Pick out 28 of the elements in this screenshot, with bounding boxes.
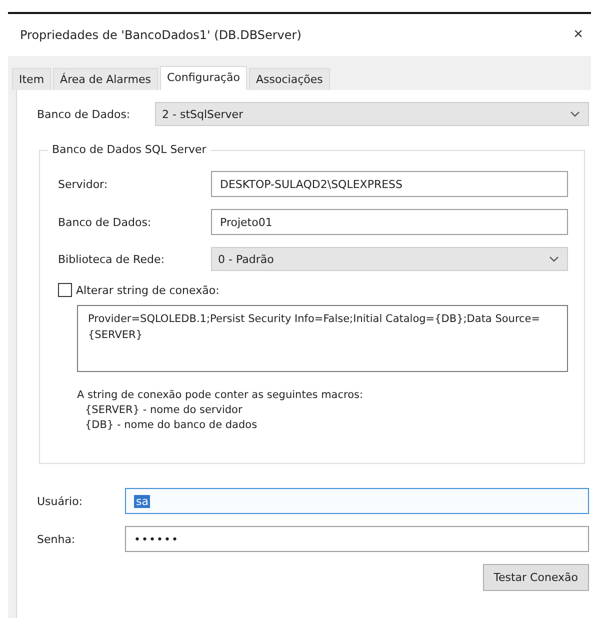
- group-title: Banco de Dados SQL Server: [48, 143, 210, 156]
- field-label: Biblioteca de Rede:: [58, 252, 166, 266]
- field-label: Banco de Dados:: [58, 216, 152, 228]
- help-text: {DB} - nome do banco de dados: [84, 418, 258, 433]
- checkbox-label: Alterar string de conexão:: [76, 284, 220, 296]
- input-field[interactable]: Projeto01: [211, 209, 568, 235]
- connection-string-field[interactable]: Provider=SQLOLEDB.1;Persist Security Info=False;Initial Catalog={DB};Data Source={SERVER}: [77, 305, 568, 372]
- input-field[interactable]: sa: [125, 488, 589, 514]
- tab[interactable]: Associações: [249, 68, 330, 90]
- test-connection-button[interactable]: Testar Conexão: [482, 564, 589, 591]
- database-dropdown[interactable]: 2 - stSqlServer: [155, 102, 589, 126]
- field-label: Banco de Dados:: [37, 108, 132, 120]
- field-label: Usuário:: [37, 494, 84, 508]
- chevron-down-icon: [570, 111, 580, 117]
- window-title: Propriedades de 'BancoDados1' (DB.DBServer): [20, 28, 302, 42]
- input-field[interactable]: DESKTOP-SULAQD2\SQLEXPRESS: [211, 171, 568, 197]
- network-library-dropdown[interactable]: 0 - Padrão: [211, 247, 568, 271]
- help-text: {SERVER} - nome do servidor: [84, 403, 244, 418]
- chevron-down-icon: [549, 256, 559, 262]
- checkbox[interactable]: [58, 283, 72, 297]
- field-label: Senha:: [37, 532, 76, 546]
- input-field[interactable]: ••••••: [125, 526, 589, 552]
- tab[interactable]: Área de Alarmes: [53, 68, 158, 90]
- close-button[interactable]: ×: [572, 26, 585, 44]
- field-label: Servidor:: [58, 178, 109, 190]
- tab[interactable]: Item: [12, 68, 52, 90]
- tab[interactable]: Configuração: [160, 66, 248, 90]
- help-text: A string de conexão pode conter as seguintes macros:: [77, 388, 364, 403]
